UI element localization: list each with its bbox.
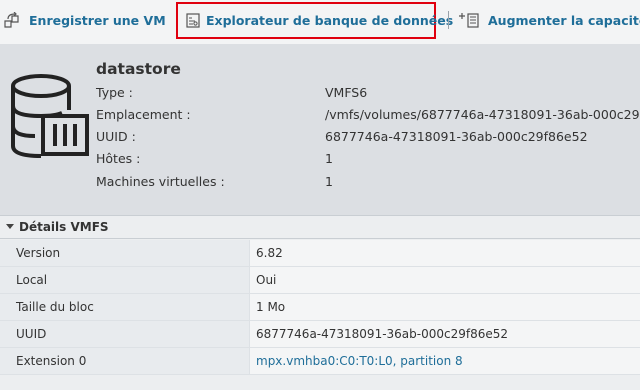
row-value: 6877746a-47318091-36ab-000c29f86e52 [250, 321, 640, 347]
vmfs-details-panel: Détails VMFS Version 6.82 Local Oui Tail… [0, 215, 640, 390]
vmfs-details-header[interactable]: Détails VMFS [0, 215, 640, 239]
increase-capacity-icon [459, 13, 479, 28]
row-value: 6.82 [250, 240, 640, 266]
type-label: Type : [96, 85, 133, 100]
datastore-icon [11, 74, 89, 158]
row-key: Taille du bloc [0, 294, 250, 320]
datastore-browser-icon [186, 13, 200, 28]
location-label: Emplacement : [96, 107, 191, 122]
table-row: Version 6.82 [0, 240, 640, 267]
register-vm-button[interactable]: Enregistrer une VM [3, 0, 166, 40]
datastore-browser-button[interactable]: Explorateur de banque de données [176, 2, 453, 39]
hosts-label: Hôtes : [96, 151, 141, 166]
row-key: UUID [0, 321, 250, 347]
uuid-label: UUID : [96, 129, 136, 144]
vms-value: 1 [325, 174, 333, 189]
increase-capacity-button[interactable]: Augmenter la capacité [458, 0, 640, 40]
vmfs-details-title: Détails VMFS [19, 220, 109, 234]
row-key: Extension 0 [0, 348, 250, 374]
type-value: VMFS6 [325, 85, 368, 100]
table-row: Local Oui [0, 267, 640, 294]
table-row: Extension 0 mpx.vmhba0:C0:T0:L0, partiti… [0, 348, 640, 375]
table-row: Taille du bloc 1 Mo [0, 294, 640, 321]
register-vm-icon [4, 12, 19, 28]
vms-label: Machines virtuelles : [96, 174, 225, 189]
toolbar: Enregistrer une VM Explorateur de banque… [0, 0, 640, 44]
location-value: /vmfs/volumes/6877746a-47318091-36ab-000… [325, 107, 640, 122]
increase-capacity-label: Augmenter la capacité [488, 12, 640, 28]
hosts-value: 1 [325, 151, 333, 166]
datastore-title: datastore [96, 60, 181, 78]
row-key: Version [0, 240, 250, 266]
row-key: Local [0, 267, 250, 293]
extension-link[interactable]: mpx.vmhba0:C0:T0:L0, partition 8 [250, 348, 640, 374]
toolbar-divider [448, 11, 449, 29]
table-row: UUID 6877746a-47318091-36ab-000c29f86e52 [0, 321, 640, 348]
register-vm-label: Enregistrer une VM [29, 12, 166, 28]
row-value: 1 Mo [250, 294, 640, 320]
datastore-browser-label: Explorateur de banque de données [206, 13, 454, 28]
row-value: Oui [250, 267, 640, 293]
uuid-value: 6877746a-47318091-36ab-000c29f86e52 [325, 129, 588, 144]
caret-down-icon [6, 224, 14, 229]
